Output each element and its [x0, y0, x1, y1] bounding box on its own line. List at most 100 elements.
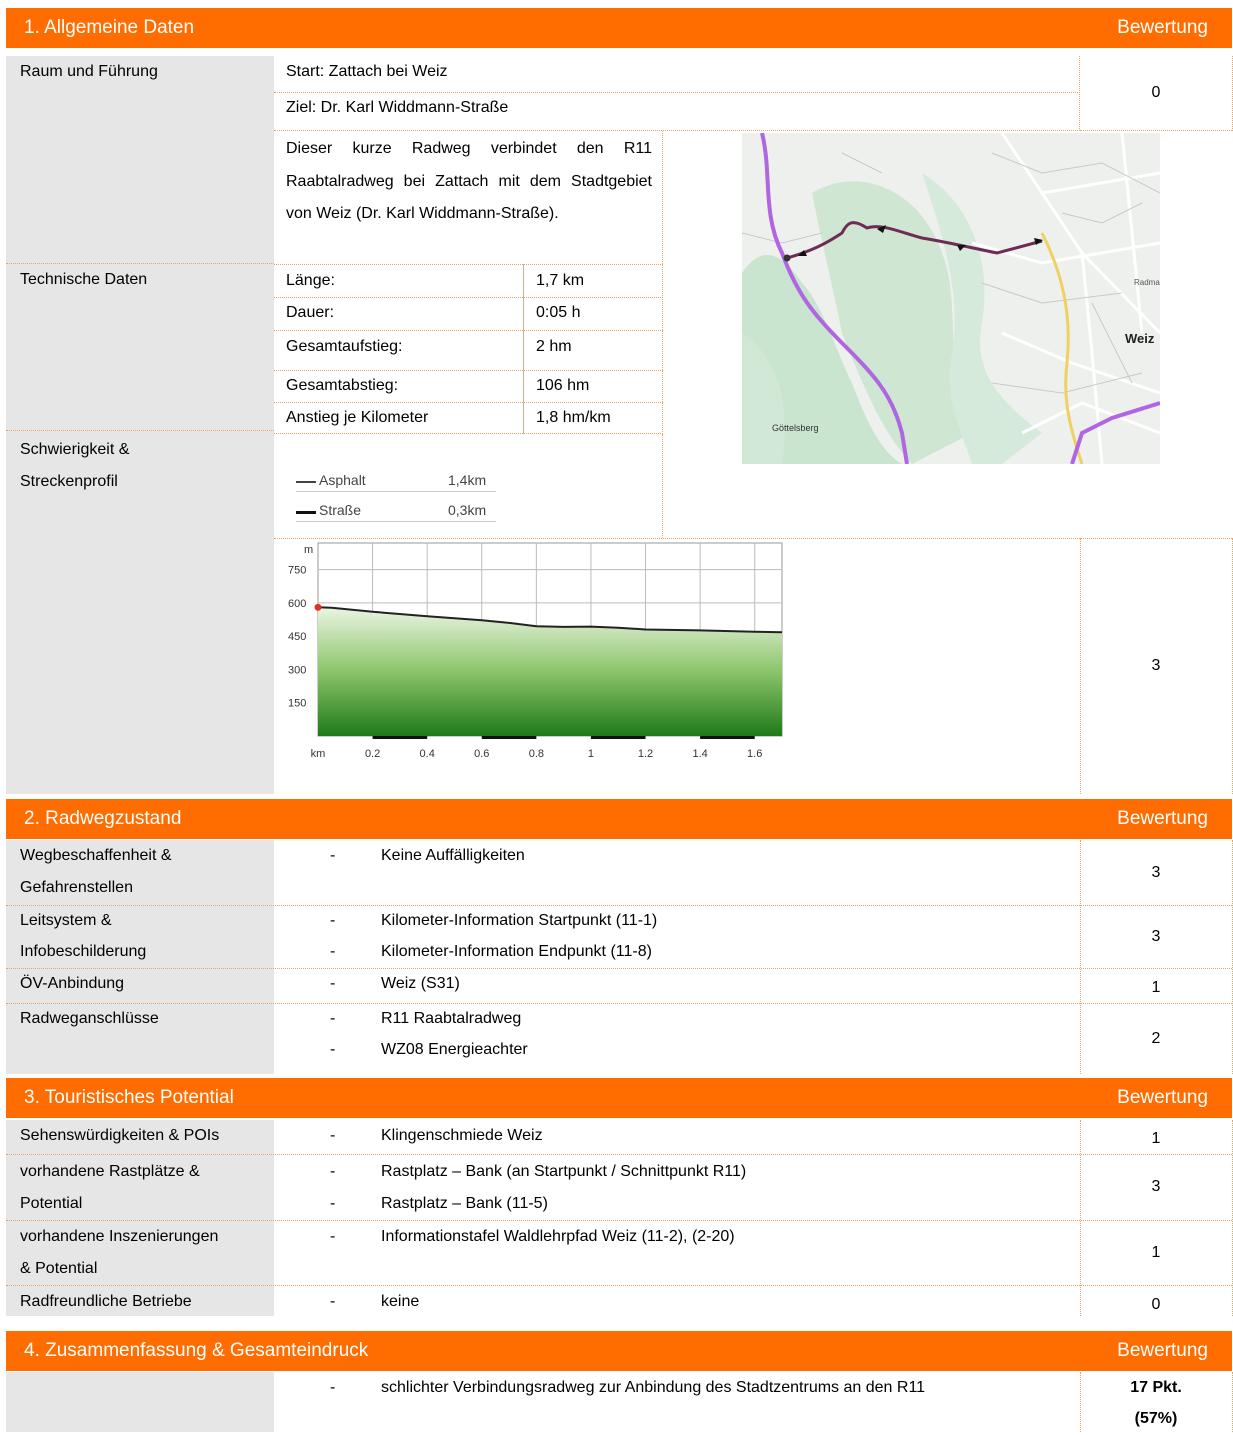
divider	[523, 264, 524, 434]
rating-header: Bewertung	[1117, 1087, 1208, 1108]
row-score: 3	[1151, 927, 1161, 945]
bullet-dash: -	[330, 912, 336, 929]
bullet-dash: -	[330, 1010, 336, 1027]
total-points: 17 Pkt.	[1130, 1379, 1182, 1396]
x-tick-label: 1.6	[747, 748, 762, 760]
row-score: 1	[1151, 1130, 1161, 1147]
row-label: Potential	[20, 1195, 83, 1212]
row-item: WZ08 Energieachter	[381, 1041, 528, 1058]
route-map: Weiz Göttelsberg Radmar	[742, 133, 1160, 464]
bullet-dash: -	[330, 1041, 336, 1058]
row-label: vorhandene Inszenierungen	[20, 1228, 219, 1245]
row-item: Rastplatz – Bank (11-5)	[381, 1195, 548, 1212]
y-tick-label: 600	[288, 598, 306, 610]
section-1-header: 1. Allgemeine Daten Bewertung	[6, 8, 1232, 48]
row-item: Rastplatz – Bank (an Startpunkt / Schnit…	[381, 1163, 747, 1180]
y-tick-label: 450	[288, 631, 306, 643]
tech-value: 106 hm	[536, 377, 590, 394]
elevation-chart: 750 600 450 300 150 m 0.2 0.4 0.6 0.8 1 1.2 1.4 1.6 km	[288, 542, 783, 760]
raum-label: Raum und Führung	[20, 63, 158, 80]
row-item: Kilometer-Information Startpunkt (11-1)	[381, 912, 658, 929]
bullet-dash: -	[330, 847, 336, 864]
tech-key: Gesamtaufstieg:	[286, 338, 403, 355]
bullet-dash: -	[330, 1228, 336, 1245]
y-tick-label: 150	[288, 698, 306, 710]
tech-key: Anstieg je Kilometer	[286, 409, 429, 426]
surface-value: 0,3km	[448, 502, 487, 518]
x-axis-label: km	[311, 748, 326, 760]
surface-row-asphalt: Asphalt 1,4km	[296, 472, 496, 492]
tech-value: 1,7 km	[536, 272, 585, 289]
bullet-dash: -	[330, 1127, 336, 1144]
start-text: Start: Zattach bei Weiz	[286, 63, 448, 80]
y-axis-label: m	[304, 544, 313, 556]
tech-value: 0:05 h	[536, 304, 581, 321]
bullet-dash: -	[330, 1293, 336, 1310]
map-city-label: Weiz	[1125, 331, 1155, 346]
section-title: 4. Zusammenfassung & Gesamteindruck	[24, 1340, 369, 1361]
bullet-dash: -	[330, 1195, 336, 1212]
description-text: Dieser kurze Radweg verbindet den R11 Ra…	[286, 140, 652, 222]
tech-label: Technische Daten	[20, 271, 148, 288]
row-score: 1	[1151, 1243, 1161, 1261]
row-item: Keine Auffälligkeiten	[381, 847, 525, 864]
score-profil: 3	[1151, 657, 1161, 674]
y-tick-label: 300	[288, 664, 306, 676]
rating-header: Bewertung	[1117, 17, 1208, 38]
row-label: Infobeschilderung	[20, 943, 147, 960]
ziel-text: Ziel: Dr. Karl Widdmann-Straße	[286, 99, 509, 116]
x-tick-label: 0.2	[365, 748, 380, 760]
surface-name: Straße	[319, 502, 362, 518]
row-score: 3	[1151, 1178, 1161, 1195]
schwierigkeit-label: Schwierigkeit &	[20, 441, 130, 458]
row-score: 3	[1151, 863, 1161, 881]
row-item: R11 Raabtalradweg	[381, 1010, 522, 1027]
x-tick-label: 0.6	[474, 748, 489, 760]
x-tick-label: 0.4	[420, 748, 435, 760]
surface-row-strasse: Straße 0,3km	[296, 502, 496, 522]
row-label: Radfreundliche Betriebe	[20, 1293, 192, 1310]
map-radm-label: Radmar	[1134, 278, 1160, 287]
divider	[6, 430, 274, 431]
x-tick-label: 1.2	[638, 748, 653, 760]
surface-name: Asphalt	[319, 472, 366, 488]
tech-value: 1,8 hm/km	[536, 409, 611, 426]
section-2-header: 2. Radwegzustand Bewertung	[6, 799, 1232, 839]
total-percent: (57%)	[1134, 1410, 1178, 1427]
tech-key: Dauer:	[286, 304, 335, 321]
row-label: Radweganschlüsse	[20, 1010, 159, 1027]
summary-item: schlichter Verbindungsradweg zur Anbindu…	[381, 1379, 926, 1396]
divider	[6, 968, 1232, 969]
tech-key: Gesamtabstieg:	[286, 377, 399, 394]
map-place-label: Göttelsberg	[772, 423, 819, 433]
bullet-dash: -	[330, 943, 336, 960]
x-tick-label: 0.8	[529, 748, 544, 760]
map-svg: Weiz Göttelsberg Radmar	[742, 133, 1160, 464]
section-1-label-column	[6, 56, 274, 794]
row-label: Wegbeschaffenheit &	[20, 847, 172, 864]
streckenprofil-label: Streckenprofil	[20, 473, 118, 490]
row-item: keine	[381, 1293, 420, 1310]
row-item: Klingenschmiede Weiz	[381, 1127, 543, 1144]
row-item: Weiz (S31)	[381, 975, 460, 992]
tech-key: Länge:	[286, 272, 335, 289]
score-raum: 0	[1080, 56, 1232, 131]
asphalt-line	[296, 481, 316, 483]
bullet-dash: -	[330, 1379, 336, 1396]
rating-header: Bewertung	[1117, 808, 1208, 829]
row-label: ÖV-Anbindung	[20, 975, 125, 992]
row-score: 0	[1151, 1296, 1161, 1313]
x-tick-label: 1	[588, 748, 594, 760]
divider	[6, 1003, 1232, 1004]
row-score: 1	[1151, 978, 1161, 996]
section-title: 3. Touristisches Potential	[24, 1087, 234, 1108]
divider	[6, 1154, 1232, 1155]
y-tick-label: 750	[288, 565, 306, 577]
x-tick-label: 1.4	[692, 748, 707, 760]
rating-header: Bewertung	[1117, 1340, 1208, 1361]
bullet-dash: -	[330, 975, 336, 992]
strasse-line	[296, 511, 316, 514]
row-label: & Potential	[20, 1260, 98, 1277]
start-marker	[314, 603, 322, 611]
section-4-header: 4. Zusammenfassung & Gesamteindruck Bewe…	[6, 1331, 1232, 1371]
